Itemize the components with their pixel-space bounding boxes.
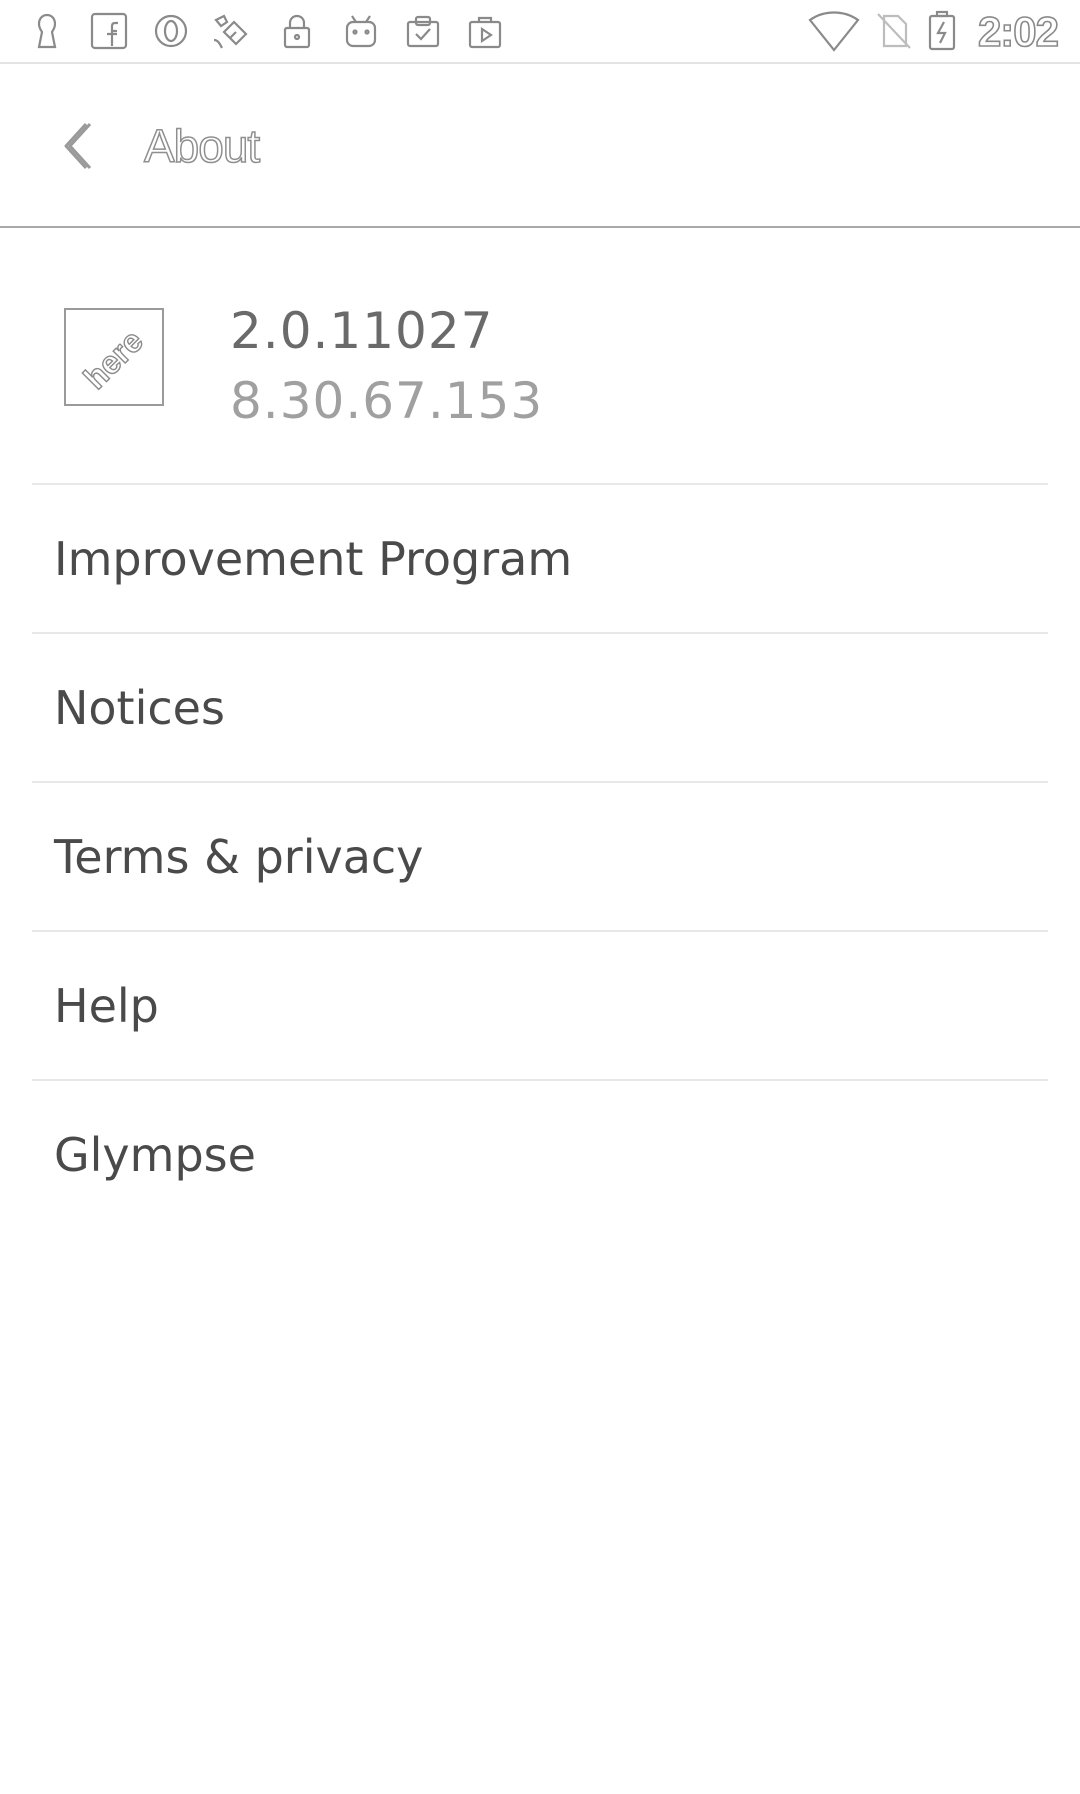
opera-icon bbox=[150, 10, 192, 52]
app-version: 2.0.11027 bbox=[230, 302, 494, 360]
menu-item-improvement-program[interactable]: Improvement Program bbox=[32, 485, 1048, 634]
menu-item-glympse[interactable]: Glympse bbox=[32, 1081, 1048, 1228]
status-bar: 2:02 bbox=[0, 0, 1080, 64]
app-info: here 2.0.11027 8.30.67.153 bbox=[0, 230, 1080, 482]
android-icon bbox=[340, 10, 382, 52]
menu-item-label: Improvement Program bbox=[54, 532, 573, 586]
back-button[interactable] bbox=[56, 114, 106, 178]
menu-item-terms-privacy[interactable]: Terms & privacy bbox=[32, 783, 1048, 932]
here-logo: here bbox=[64, 308, 164, 406]
game-icon bbox=[210, 10, 252, 52]
chevron-left-icon bbox=[56, 114, 106, 178]
clipboard-check-icon bbox=[402, 10, 444, 52]
menu-item-label: Help bbox=[54, 979, 159, 1033]
svg-text:here: here bbox=[77, 323, 150, 396]
status-time: 2:02 bbox=[977, 7, 1060, 56]
battery-charging-icon bbox=[924, 10, 960, 52]
menu-item-help[interactable]: Help bbox=[32, 932, 1048, 1081]
menu-item-label: Terms & privacy bbox=[54, 830, 424, 884]
media-store-icon bbox=[464, 10, 506, 52]
app-header: About bbox=[0, 64, 1080, 228]
about-menu: Improvement Program Notices Terms & priv… bbox=[32, 483, 1048, 1228]
no-sim-icon bbox=[872, 10, 914, 52]
menu-item-notices[interactable]: Notices bbox=[32, 634, 1048, 783]
person-icon bbox=[26, 10, 68, 52]
menu-item-label: Notices bbox=[54, 681, 225, 735]
wifi-icon bbox=[808, 10, 860, 52]
menu-item-label: Glympse bbox=[54, 1128, 256, 1182]
app-build: 8.30.67.153 bbox=[230, 372, 544, 430]
page-title: About bbox=[143, 119, 261, 173]
facebook-icon bbox=[88, 10, 130, 52]
lock-icon bbox=[276, 10, 318, 52]
